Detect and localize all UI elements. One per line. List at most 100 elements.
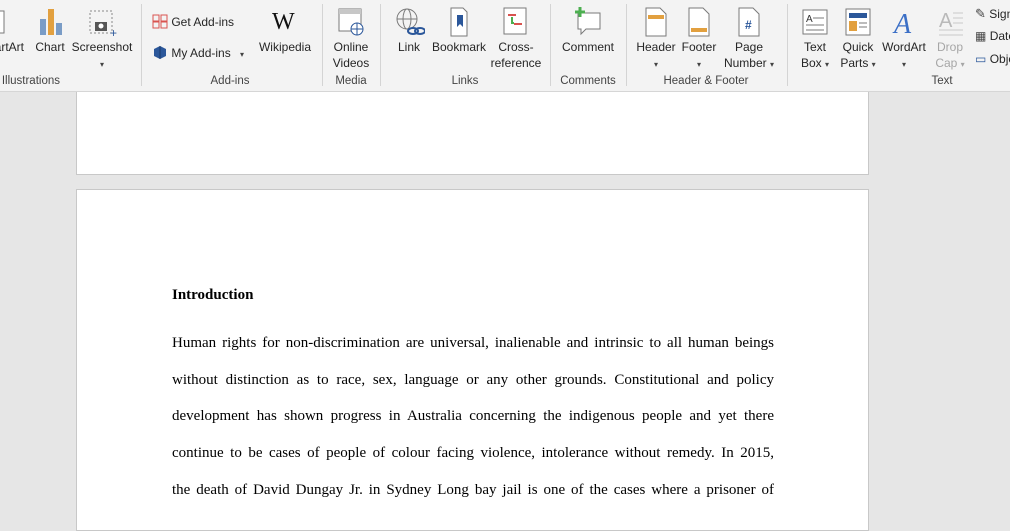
comment-button[interactable]: Comment — [558, 5, 618, 55]
text-box-button[interactable]: A Text Box ▾ — [796, 5, 834, 73]
link-icon — [396, 8, 425, 35]
footer-label: Footer — [681, 40, 717, 54]
quick-parts-line2: Parts — [840, 56, 869, 70]
get-addins-button[interactable]: Get Add-ins — [152, 13, 234, 30]
bookmark-button[interactable]: Bookmark — [430, 5, 488, 55]
page-number-button[interactable]: # Page Number ▾ — [718, 5, 780, 73]
page-number-dropdown-icon: ▾ — [770, 60, 775, 69]
my-addins-label: My Add-ins — [171, 46, 231, 60]
footer-icon — [688, 7, 710, 37]
footer-button[interactable]: Footer ▾ — [678, 5, 720, 73]
comments-group-label: Comments — [560, 75, 616, 87]
drop-cap-dropdown-icon: ▾ — [960, 60, 965, 69]
object-label: Object — [989, 52, 1010, 66]
cross-reference-line2: reference — [490, 56, 542, 70]
wordart-icon: A — [892, 9, 912, 39]
object-button[interactable]: ▭ Object — [975, 51, 1010, 67]
svg-text:#: # — [745, 18, 752, 32]
online-video-icon — [338, 8, 364, 36]
paragraph-line: the death of David Dungay Jr. in Sydney … — [172, 482, 774, 498]
link-label: Link — [397, 40, 420, 54]
quick-parts-icon — [845, 8, 871, 36]
link-button[interactable]: Link — [390, 5, 428, 55]
paragraph-line: continue to be cases of people of colour… — [172, 445, 774, 461]
bookmark-icon — [450, 7, 468, 37]
separator — [787, 4, 788, 86]
paragraph-line: development has shown progress in Austra… — [172, 408, 774, 424]
illustrations-group-label: Illustrations — [1, 75, 60, 87]
get-addins-label: Get Add-ins — [171, 15, 235, 29]
chart-icon — [40, 9, 62, 35]
text-group-label: Text — [931, 75, 953, 87]
links-group-label: Links — [451, 75, 479, 87]
quick-parts-dropdown-icon: ▾ — [871, 60, 876, 69]
addins-group-label: Add-ins — [210, 75, 250, 87]
paragraph-line: without distinction as to race, sex, lan… — [172, 372, 774, 388]
smartart-button[interactable]: SmartArt — [0, 5, 26, 55]
quick-parts-button[interactable]: Quick Parts ▾ — [838, 5, 878, 73]
document-page-previous[interactable] — [76, 92, 869, 175]
wikipedia-icon: W — [272, 9, 295, 35]
cross-reference-icon — [503, 7, 527, 35]
separator — [141, 4, 142, 86]
screenshot-button[interactable]: + Screenshot ▾ — [70, 5, 134, 73]
separator — [322, 4, 323, 86]
screenshot-label: Screenshot — [71, 40, 133, 54]
text-box-icon: A — [802, 9, 828, 35]
drop-cap-line1: Drop — [936, 40, 963, 54]
my-addins-dropdown-icon: ▾ — [240, 50, 245, 59]
online-videos-button[interactable]: Online Videos — [327, 5, 375, 71]
wordart-label: WordArt — [882, 40, 926, 54]
separator — [380, 4, 381, 86]
screenshot-icon: + — [89, 10, 117, 39]
document-page[interactable]: Introduction Human rights for non-discri… — [76, 189, 869, 531]
signature-label: Signature Line — [989, 7, 1010, 21]
wikipedia-label: Wikipedia — [258, 40, 312, 54]
screenshot-dropdown-icon: ▾ — [99, 60, 104, 69]
comment-label: Comment — [561, 40, 614, 54]
date-time-button[interactable]: ▦ Date & Time — [975, 28, 1010, 44]
bookmark-label: Bookmark — [431, 40, 487, 54]
svg-text:+: + — [110, 26, 117, 39]
drop-cap-icon: A — [939, 10, 963, 36]
page-number-line2: Number — [723, 56, 767, 70]
wikipedia-button[interactable]: W Wikipedia — [256, 5, 314, 55]
object-icon: ▭ — [975, 52, 987, 66]
svg-text:W: W — [272, 9, 295, 35]
online-videos-line1: Online — [333, 40, 369, 54]
date-time-label: Date & Time — [989, 29, 1010, 43]
wordart-dropdown-icon: ▾ — [901, 60, 906, 69]
online-videos-line2: Videos — [332, 56, 370, 70]
page-number-line1: Page — [734, 40, 764, 54]
drop-cap-button[interactable]: A Drop Cap ▾ — [930, 5, 970, 73]
header-footer-group-label: Header & Footer — [663, 75, 749, 87]
smartart-label: SmartArt — [0, 40, 24, 54]
footer-dropdown-icon: ▾ — [696, 60, 701, 69]
svg-text:A: A — [939, 10, 953, 32]
header-dropdown-icon: ▾ — [653, 60, 658, 69]
store-icon — [152, 14, 168, 29]
svg-text:A: A — [806, 14, 813, 25]
header-button[interactable]: Header ▾ — [634, 5, 678, 73]
signature-line-button[interactable]: ✎ Signature Line — [975, 6, 1010, 22]
cross-reference-button[interactable]: Cross- reference — [488, 5, 544, 71]
comment-icon — [575, 7, 601, 36]
smartart-icon — [0, 10, 5, 34]
quick-parts-line1: Quick — [842, 40, 874, 54]
media-group-label: Media — [335, 75, 367, 87]
text-box-line2: Box — [800, 56, 822, 70]
header-icon — [645, 7, 667, 37]
page-number-icon: # — [738, 7, 760, 37]
signature-icon: ✎ — [975, 6, 986, 21]
separator — [550, 4, 551, 86]
chart-button[interactable]: Chart — [33, 5, 67, 55]
text-box-line1: Text — [803, 40, 826, 54]
wordart-button[interactable]: A WordArt ▾ — [880, 5, 928, 73]
my-addins-button[interactable]: My Add-ins ▾ — [152, 44, 244, 63]
text-box-dropdown-icon: ▾ — [825, 60, 830, 69]
my-addins-icon — [154, 46, 166, 59]
calendar-icon: ▦ — [975, 29, 987, 43]
header-label: Header — [636, 40, 676, 54]
paragraph-line: Human rights for non-discrimination are … — [172, 335, 774, 351]
section-heading: Introduction — [172, 287, 254, 303]
